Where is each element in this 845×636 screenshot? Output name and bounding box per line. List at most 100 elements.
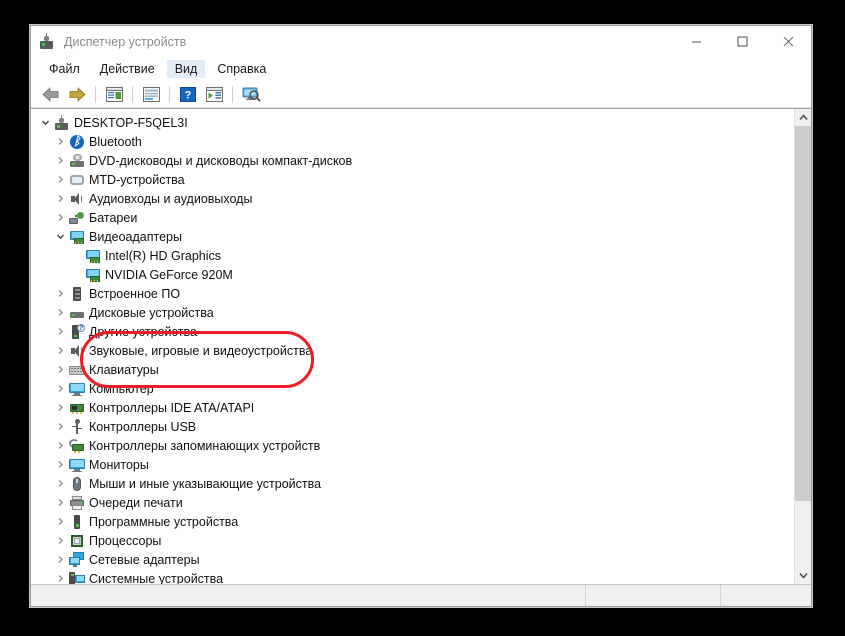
mouse-icon xyxy=(68,474,86,493)
chevron-right-icon[interactable] xyxy=(52,360,68,379)
chevron-right-icon[interactable] xyxy=(52,493,68,512)
tree-row-label: Контроллеры запоминающих устройств xyxy=(89,438,321,453)
menu-item-file[interactable]: Файл xyxy=(41,60,88,78)
monitor-icon xyxy=(68,455,86,474)
chevron-right-icon[interactable] xyxy=(52,569,68,584)
usb-icon xyxy=(68,417,86,436)
menu-item-action[interactable]: Действие xyxy=(92,60,163,78)
svg-text:?: ? xyxy=(185,89,192,101)
tree-row-audio-inputs-outputs[interactable]: Аудиовходы и аудиовыходы xyxy=(31,189,794,208)
tree-row-label: Мониторы xyxy=(89,457,149,472)
tree-row-processors[interactable]: Процессоры xyxy=(31,531,794,550)
tree-row-storage-controllers[interactable]: Контроллеры запоминающих устройств xyxy=(31,436,794,455)
chevron-right-icon[interactable] xyxy=(52,436,68,455)
tree-row-print-queues[interactable]: Очереди печати xyxy=(31,493,794,512)
tree-row-label: Процессоры xyxy=(89,533,162,548)
chevron-right-icon[interactable] xyxy=(52,132,68,151)
chevron-right-icon[interactable] xyxy=(52,417,68,436)
device-tree[interactable]: DESKTOP-F5QEL3I ᛒ Bluetooth DVD-дисковод… xyxy=(31,109,794,584)
tree-row-network-adapters[interactable]: Сетевые адаптеры xyxy=(31,550,794,569)
scrollbar-track[interactable] xyxy=(795,126,811,567)
tree-row-batteries[interactable]: Батареи xyxy=(31,208,794,227)
toolbar-separator xyxy=(132,85,133,103)
tree-row-label: Батареи xyxy=(89,210,138,225)
tree-row-other-devices[interactable]: ? Другие устройства xyxy=(31,322,794,341)
chevron-right-icon[interactable] xyxy=(52,322,68,341)
vertical-scrollbar[interactable] xyxy=(794,109,811,584)
tree-row-mtd-devices[interactable]: MTD-устройства xyxy=(31,170,794,189)
scrollbar-thumb[interactable] xyxy=(795,126,811,501)
network-adapter-icon xyxy=(68,550,86,569)
scroll-down-button[interactable] xyxy=(795,567,811,584)
menu-item-view[interactable]: Вид xyxy=(166,60,206,78)
minimize-button[interactable] xyxy=(673,26,719,57)
chevron-right-icon[interactable] xyxy=(52,474,68,493)
tree-row-label: Системные устройства xyxy=(89,571,224,585)
tree-row-system-devices[interactable]: Системные устройства xyxy=(31,569,794,584)
help-icon[interactable]: ? xyxy=(175,82,201,106)
tree-row-ide-ata-atapi-controllers[interactable]: Контроллеры IDE ATA/ATAPI xyxy=(31,398,794,417)
tree-row-label: Клавиатуры xyxy=(89,362,159,377)
tree-row-label: Bluetooth xyxy=(89,134,142,149)
tree-row-intel-hd-graphics[interactable]: Intel(R) HD Graphics xyxy=(31,246,794,265)
close-button[interactable] xyxy=(765,26,811,57)
show-tree-icon[interactable] xyxy=(101,82,127,106)
tree-row-mice-and-pointing-devices[interactable]: Мыши и иные указывающие устройства xyxy=(31,474,794,493)
tree-row-label: Сетевые адаптеры xyxy=(89,552,200,567)
forward-arrow-icon[interactable] xyxy=(64,82,90,106)
tree-row-label: Аудиовходы и аудиовыходы xyxy=(89,191,253,206)
chevron-right-icon[interactable] xyxy=(52,550,68,569)
video-adapter-icon xyxy=(84,246,102,265)
menu-bar: Файл Действие Вид Справка xyxy=(31,57,811,81)
scan-hardware-icon[interactable] xyxy=(238,82,264,106)
status-pane-main xyxy=(31,585,586,606)
chevron-right-icon[interactable] xyxy=(52,170,68,189)
tree-row-bluetooth[interactable]: ᛒ Bluetooth xyxy=(31,132,794,151)
tree-row-disk-devices[interactable]: Дисковые устройства xyxy=(31,303,794,322)
maximize-button[interactable] xyxy=(719,26,765,57)
computer-icon xyxy=(53,113,71,132)
tree-row-label: Контроллеры IDE ATA/ATAPI xyxy=(89,400,255,415)
toolbar-separator xyxy=(169,85,170,103)
update-driver-icon[interactable] xyxy=(201,82,227,106)
tree-row-monitors[interactable]: Мониторы xyxy=(31,455,794,474)
chevron-down-icon[interactable] xyxy=(52,227,68,246)
tree-row-firmware[interactable]: Встроенное ПО xyxy=(31,284,794,303)
tree-row-label: Звуковые, игровые и видеоустройства xyxy=(89,343,313,358)
properties-icon[interactable] xyxy=(138,82,164,106)
printer-icon xyxy=(68,493,86,512)
tree-row-video-adapters[interactable]: Видеоадаптеры xyxy=(31,227,794,246)
chevron-right-icon[interactable] xyxy=(52,398,68,417)
tree-row-computer[interactable]: Компьютер xyxy=(31,379,794,398)
tree-row-label: Встроенное ПО xyxy=(89,286,181,301)
chevron-right-icon[interactable] xyxy=(52,303,68,322)
chevron-right-icon[interactable] xyxy=(52,284,68,303)
chevron-right-icon[interactable] xyxy=(52,512,68,531)
window-title: Диспетчер устройств xyxy=(64,34,187,49)
firmware-chip-icon xyxy=(68,284,86,303)
tree-row-software-devices[interactable]: Программные устройства xyxy=(31,512,794,531)
chevron-right-icon[interactable] xyxy=(52,151,68,170)
tree-row-dvd-drives[interactable]: DVD-дисководы и дисководы компакт-дисков xyxy=(31,151,794,170)
tree-row-label: Видеоадаптеры xyxy=(89,229,182,244)
tree-row-keyboards[interactable]: Клавиатуры xyxy=(31,360,794,379)
scroll-up-button[interactable] xyxy=(795,109,811,126)
chevron-right-icon[interactable] xyxy=(52,531,68,550)
chevron-right-icon[interactable] xyxy=(52,379,68,398)
chevron-right-icon[interactable] xyxy=(52,455,68,474)
other-devices-icon: ? xyxy=(68,322,86,341)
chevron-right-icon[interactable] xyxy=(52,341,68,360)
chevron-right-icon[interactable] xyxy=(52,208,68,227)
chevron-down-icon[interactable] xyxy=(37,113,53,132)
tree-row-root[interactable]: DESKTOP-F5QEL3I xyxy=(31,113,794,132)
chevron-right-icon[interactable] xyxy=(52,189,68,208)
status-bar xyxy=(31,584,811,606)
storage-controller-icon xyxy=(68,436,86,455)
menu-item-help[interactable]: Справка xyxy=(209,60,274,78)
toolbar-separator xyxy=(95,85,96,103)
back-arrow-icon[interactable] xyxy=(38,82,64,106)
tree-row-usb-controllers[interactable]: Контроллеры USB xyxy=(31,417,794,436)
tree-row-nvidia-geforce-920m[interactable]: NVIDIA GeForce 920M xyxy=(31,265,794,284)
tree-row-sound-video-game-controllers[interactable]: Звуковые, игровые и видеоустройства xyxy=(31,341,794,360)
keyboard-icon xyxy=(68,360,86,379)
